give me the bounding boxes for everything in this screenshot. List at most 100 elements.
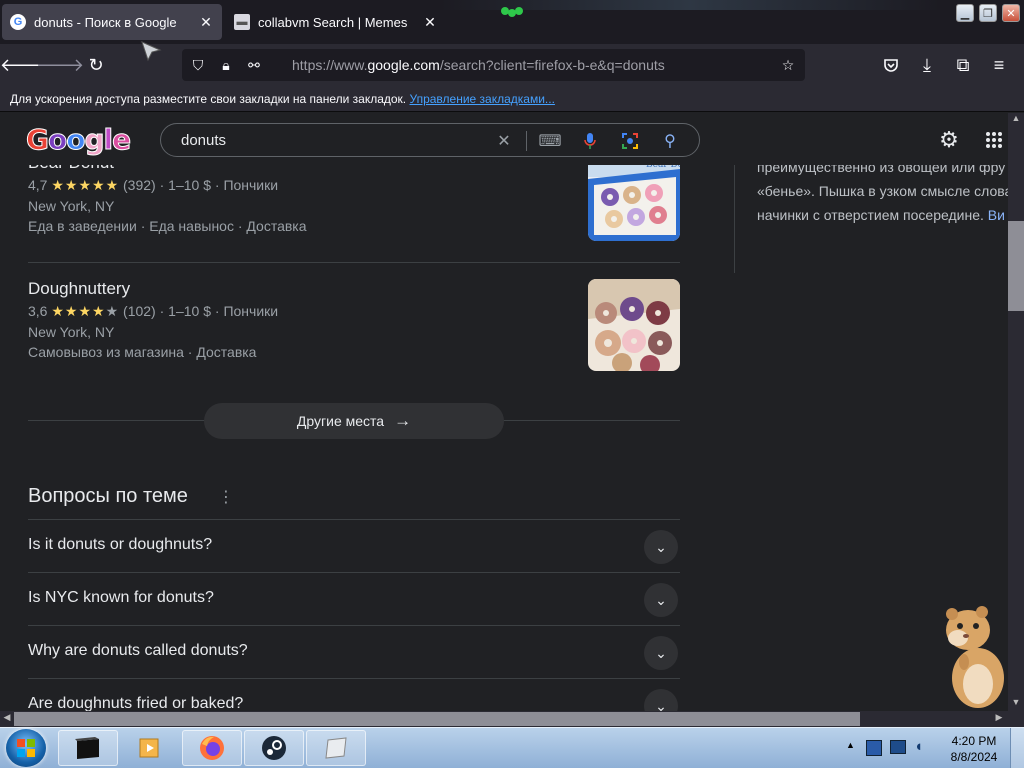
- show-hidden-icons-arrow-icon[interactable]: ▲: [846, 740, 855, 750]
- forward-button[interactable]: 🡒: [36, 54, 84, 76]
- back-button[interactable]: 🡐: [0, 54, 48, 76]
- place-services: Самовывоз из магазина · Доставка: [28, 344, 257, 360]
- google-apps-icon[interactable]: [981, 127, 1007, 153]
- shield-icon[interactable]: ⛉: [188, 55, 208, 75]
- downloads-icon[interactable]: ⤓: [916, 54, 938, 76]
- menu-hamburger-icon[interactable]: ≡: [988, 54, 1010, 76]
- question-text[interactable]: Is NYC known for donuts?: [28, 589, 214, 607]
- system-tray: ▲ ◖: [840, 728, 940, 768]
- search-box[interactable]: donuts ✕ ⌨ ⚲: [160, 123, 700, 157]
- place-services: Еда в заведении · Еда навынос · Доставка: [28, 218, 307, 234]
- place-rating-row: 3,6 ★★★★★ (102) · 1–10 $ · Пончики: [28, 303, 279, 319]
- settings-gear-icon[interactable]: ⚙: [936, 127, 962, 153]
- place-photo[interactable]: [588, 279, 680, 371]
- browser-tab-bar: G donuts - Поиск в Google ✕ ▬ collabvm S…: [0, 0, 1024, 44]
- extensions-icon[interactable]: ⧉: [952, 54, 974, 76]
- place-rating: 3,6: [28, 303, 48, 319]
- restore-window-button[interactable]: ❐: [979, 4, 997, 22]
- taskbar-app-blank-window[interactable]: [306, 730, 366, 766]
- related-questions-title: Вопросы по теме: [28, 485, 188, 507]
- related-question[interactable]: Is NYC known for donuts? ⌄: [28, 572, 680, 625]
- tab-title: donuts - Поиск в Google: [34, 14, 177, 30]
- arrow-right-icon: →: [394, 411, 412, 430]
- chevron-down-icon[interactable]: ⌄: [644, 583, 678, 617]
- local-result-doughnuttery[interactable]: Doughnuttery 3,6 ★★★★★ (102) · 1–10 $ · …: [28, 279, 680, 371]
- network-icon[interactable]: [890, 740, 906, 754]
- more-places-label: Другие места: [296, 413, 385, 429]
- permissions-icon[interactable]: ⚯: [244, 55, 264, 75]
- google-doodle-logo[interactable]: Google: [26, 123, 132, 157]
- review-count: (392): [123, 177, 156, 193]
- taskbar-clock[interactable]: 4:20 PM 8/8/2024: [944, 733, 1004, 765]
- local-result-bear-donut[interactable]: Bear Donut 4,7 ★★★★★ (392) · 1–10 $ · По…: [28, 149, 680, 241]
- lock-icon[interactable]: 🔒︎: [216, 55, 236, 75]
- microphone-icon[interactable]: [579, 130, 601, 152]
- start-button[interactable]: [6, 729, 46, 767]
- kp-text-line: начинки с отверстием посередине. Ви: [757, 203, 1008, 227]
- clear-search-icon[interactable]: ✕: [493, 130, 515, 152]
- address-bar[interactable]: ⛉ 🔒︎ ⚯ https://www.google.com/search?cli…: [182, 49, 805, 81]
- question-text[interactable]: Are doughnuts fried or baked?: [28, 695, 243, 711]
- bookmarks-toolbar: Для ускорения доступа разместите свои за…: [0, 86, 1024, 112]
- hamster-desktop-pet[interactable]: [938, 600, 1010, 710]
- taskbar-app-firefox[interactable]: [182, 730, 242, 766]
- wikipedia-link[interactable]: Ви: [988, 207, 1005, 223]
- chevron-down-icon[interactable]: ⌄: [644, 636, 678, 670]
- manage-bookmarks-link[interactable]: Управление закладками...: [409, 92, 554, 106]
- show-desktop-button[interactable]: [1010, 728, 1024, 768]
- search-divider: [526, 131, 527, 151]
- scroll-right-arrow-icon[interactable]: ▶: [992, 712, 1006, 726]
- scroll-down-arrow-icon[interactable]: ▼: [1008, 697, 1024, 711]
- related-question[interactable]: Why are donuts called donuts? ⌄: [28, 625, 680, 678]
- terminal-icon: [75, 737, 99, 759]
- scrollbar-thumb[interactable]: [14, 712, 860, 726]
- minimize-window-button[interactable]: ▁: [956, 4, 974, 22]
- horizontal-scrollbar[interactable]: ◀ ▶: [0, 711, 1024, 727]
- scroll-left-arrow-icon[interactable]: ◀: [0, 712, 14, 726]
- chevron-down-icon[interactable]: ⌄: [644, 689, 678, 711]
- tab-google-search[interactable]: G donuts - Поиск в Google ✕: [2, 4, 222, 40]
- bookmark-star-icon[interactable]: ☆: [778, 55, 798, 75]
- price-range: 1–10 $: [168, 303, 211, 319]
- related-question[interactable]: Is it donuts or doughnuts? ⌄: [28, 519, 680, 572]
- google-favicon-icon: G: [10, 14, 26, 30]
- scroll-up-arrow-icon[interactable]: ▲: [1008, 113, 1024, 127]
- logo-letter: l: [103, 123, 114, 157]
- place-location: New York, NY: [28, 198, 115, 214]
- question-text[interactable]: Why are donuts called donuts?: [28, 642, 248, 660]
- volume-icon[interactable]: ◖: [914, 738, 923, 755]
- taskbar-app-steam[interactable]: [244, 730, 304, 766]
- close-window-button[interactable]: ✕: [1002, 4, 1020, 22]
- related-question[interactable]: Are doughnuts fried or baked? ⌄: [28, 678, 680, 711]
- url-text[interactable]: https://www.google.com/search?client=fir…: [292, 57, 665, 73]
- place-category: Пончики: [223, 177, 279, 193]
- steam-icon: [262, 736, 286, 760]
- search-icon[interactable]: ⚲: [659, 130, 681, 152]
- more-places-button[interactable]: Другие места →: [204, 403, 504, 439]
- kp-text: начинки с отверстием посередине.: [757, 207, 984, 223]
- close-tab-icon[interactable]: ✕: [198, 14, 214, 31]
- place-name[interactable]: Doughnuttery: [28, 279, 680, 299]
- reload-button[interactable]: ↻: [85, 54, 107, 76]
- web-page-content: Google donuts ✕ ⌨ ⚲ ⚙ Bear Donut 4,7 ★★★…: [0, 113, 1008, 711]
- google-lens-icon[interactable]: [619, 130, 641, 152]
- windows-taskbar: ▲ ◖ 4:20 PM 8/8/2024: [0, 727, 1024, 768]
- scrollbar-thumb[interactable]: [1008, 221, 1024, 311]
- windows-logo-icon: [17, 739, 35, 757]
- vertical-scrollbar[interactable]: ▲ ▼: [1008, 113, 1024, 711]
- clock-time: 4:20 PM: [951, 734, 997, 748]
- taskbar-app-media-player[interactable]: [120, 730, 180, 766]
- place-rating-row: 4,7 ★★★★★ (392) · 1–10 $ · Пончики: [28, 177, 279, 193]
- clock-date: 8/8/2024: [950, 750, 998, 764]
- tray-app-icon[interactable]: [866, 740, 882, 756]
- chevron-down-icon[interactable]: ⌄: [644, 530, 678, 564]
- tab-collabvm-search[interactable]: ▬ collabvm Search | Memes ✕: [226, 4, 446, 40]
- close-tab-icon[interactable]: ✕: [422, 14, 438, 31]
- pocket-icon[interactable]: [880, 54, 902, 76]
- rating-stars: ★★★★★: [51, 177, 120, 193]
- keyboard-icon[interactable]: ⌨: [538, 130, 561, 152]
- more-options-icon[interactable]: ⋮: [218, 487, 234, 507]
- search-input[interactable]: donuts: [181, 132, 226, 149]
- taskbar-app-terminal[interactable]: [58, 730, 118, 766]
- question-text[interactable]: Is it donuts or doughnuts?: [28, 536, 212, 554]
